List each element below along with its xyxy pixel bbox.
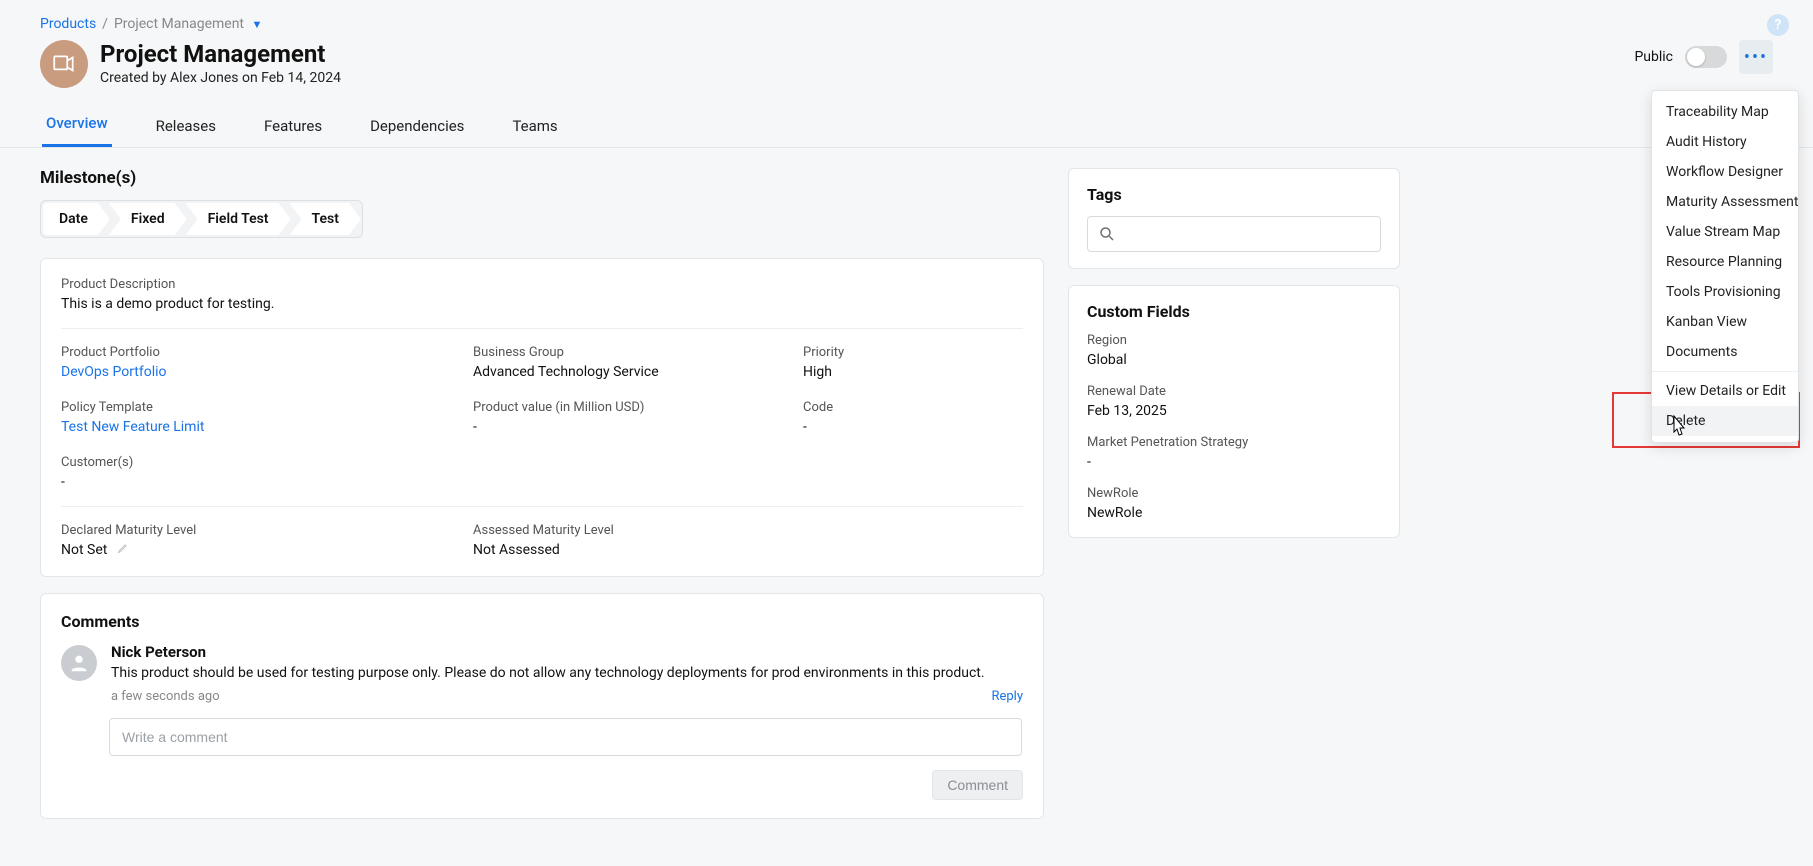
menu-item-audit-history[interactable]: Audit History: [1652, 127, 1798, 157]
field-label-assessed-maturity: Assessed Maturity Level: [473, 523, 803, 538]
comment-input[interactable]: [109, 718, 1022, 756]
cf-value: Feb 13, 2025: [1087, 403, 1381, 419]
breadcrumb: Products / Project Management ▼: [0, 0, 1813, 32]
field-label-portfolio: Product Portfolio: [61, 345, 473, 360]
field-value-assessed-maturity: Not Assessed: [473, 542, 803, 558]
menu-item-delete[interactable]: Delete: [1652, 406, 1798, 436]
menu-item-traceability-map[interactable]: Traceability Map: [1652, 97, 1798, 127]
cf-value: -: [1087, 454, 1381, 470]
comment-author: Nick Peterson: [111, 643, 1023, 661]
page-title: Project Management: [100, 40, 341, 68]
field-label-priority: Priority: [803, 345, 1003, 360]
field-label-product-value: Product value (in Million USD): [473, 400, 803, 415]
search-icon: [1098, 225, 1116, 243]
menu-item-tools-provisioning[interactable]: Tools Provisioning: [1652, 277, 1798, 307]
milestone-steps: Date Fixed Field Test Test: [40, 200, 363, 238]
description-label: Product Description: [61, 277, 1023, 292]
menu-item-workflow-designer[interactable]: Workflow Designer: [1652, 157, 1798, 187]
more-actions-menu: Traceability Map Audit History Workflow …: [1651, 90, 1799, 443]
menu-item-kanban-view[interactable]: Kanban View: [1652, 307, 1798, 337]
menu-item-documents[interactable]: Documents: [1652, 337, 1798, 367]
milestone-step[interactable]: Test: [290, 203, 361, 235]
field-value-code: -: [803, 419, 1003, 435]
declared-maturity-text: Not Set: [61, 542, 107, 558]
tab-releases[interactable]: Releases: [152, 117, 220, 147]
milestone-step[interactable]: Fixed: [109, 203, 187, 235]
tab-dependencies[interactable]: Dependencies: [366, 117, 468, 147]
field-value-policy[interactable]: Test New Feature Limit: [61, 419, 473, 435]
comment-time: a few seconds ago: [111, 689, 220, 704]
field-value-product-value: -: [473, 419, 803, 435]
cf-label: Market Penetration Strategy: [1087, 435, 1381, 450]
ellipsis-icon: •••: [1744, 47, 1768, 68]
milestone-step[interactable]: Field Test: [186, 203, 291, 235]
menu-item-view-details-or-edit[interactable]: View Details or Edit: [1652, 376, 1798, 406]
pencil-icon[interactable]: [117, 542, 129, 558]
field-label-business-group: Business Group: [473, 345, 803, 360]
field-value-business-group: Advanced Technology Service: [473, 364, 803, 380]
avatar: [61, 645, 97, 681]
custom-fields-title: Custom Fields: [1087, 302, 1381, 321]
field-value-declared-maturity[interactable]: Not Set: [61, 542, 473, 558]
menu-item-resource-planning[interactable]: Resource Planning: [1652, 247, 1798, 277]
comments-title: Comments: [61, 612, 1023, 631]
tabs: Overview Releases Features Dependencies …: [0, 96, 1813, 148]
description-text: This is a demo product for testing.: [61, 296, 1023, 312]
breadcrumb-current-label: Project Management: [114, 16, 244, 32]
page-subtitle: Created by Alex Jones on Feb 14, 2024: [100, 70, 341, 86]
cf-label: Renewal Date: [1087, 384, 1381, 399]
menu-item-maturity-assessment[interactable]: Maturity Assessment: [1652, 187, 1798, 217]
cf-value: Global: [1087, 352, 1381, 368]
field-label-code: Code: [803, 400, 1003, 415]
menu-item-value-stream-map[interactable]: Value Stream Map: [1652, 217, 1798, 247]
product-icon: [40, 40, 88, 88]
cf-value: NewRole: [1087, 505, 1381, 521]
help-icon[interactable]: ?: [1767, 14, 1789, 36]
field-label-declared-maturity: Declared Maturity Level: [61, 523, 473, 538]
more-actions-button[interactable]: •••: [1739, 40, 1773, 74]
breadcrumb-current[interactable]: Project Management ▼: [114, 16, 262, 32]
tags-search-input[interactable]: [1124, 226, 1370, 242]
milestones-title: Milestone(s): [40, 168, 1044, 188]
chevron-down-icon: ▼: [252, 18, 263, 31]
field-label-customers: Customer(s): [61, 455, 1003, 470]
comment-text: This product should be used for testing …: [111, 665, 1023, 681]
tab-teams[interactable]: Teams: [508, 117, 561, 147]
field-value-priority: High: [803, 364, 1003, 380]
public-toggle[interactable]: [1685, 46, 1727, 68]
breadcrumb-sep: /: [102, 16, 108, 32]
tab-overview[interactable]: Overview: [42, 114, 112, 147]
field-label-policy: Policy Template: [61, 400, 473, 415]
cf-label: Region: [1087, 333, 1381, 348]
cf-label: NewRole: [1087, 486, 1381, 501]
field-value-customers: -: [61, 474, 1003, 490]
comment-reply-link[interactable]: Reply: [991, 689, 1023, 704]
tab-features[interactable]: Features: [260, 117, 326, 147]
breadcrumb-root[interactable]: Products: [40, 16, 96, 32]
field-value-portfolio[interactable]: DevOps Portfolio: [61, 364, 473, 380]
tags-title: Tags: [1087, 185, 1381, 204]
tags-search[interactable]: [1087, 216, 1381, 252]
public-label: Public: [1634, 49, 1673, 65]
milestone-step[interactable]: Date: [43, 203, 110, 235]
comment-submit-button[interactable]: Comment: [932, 770, 1023, 800]
